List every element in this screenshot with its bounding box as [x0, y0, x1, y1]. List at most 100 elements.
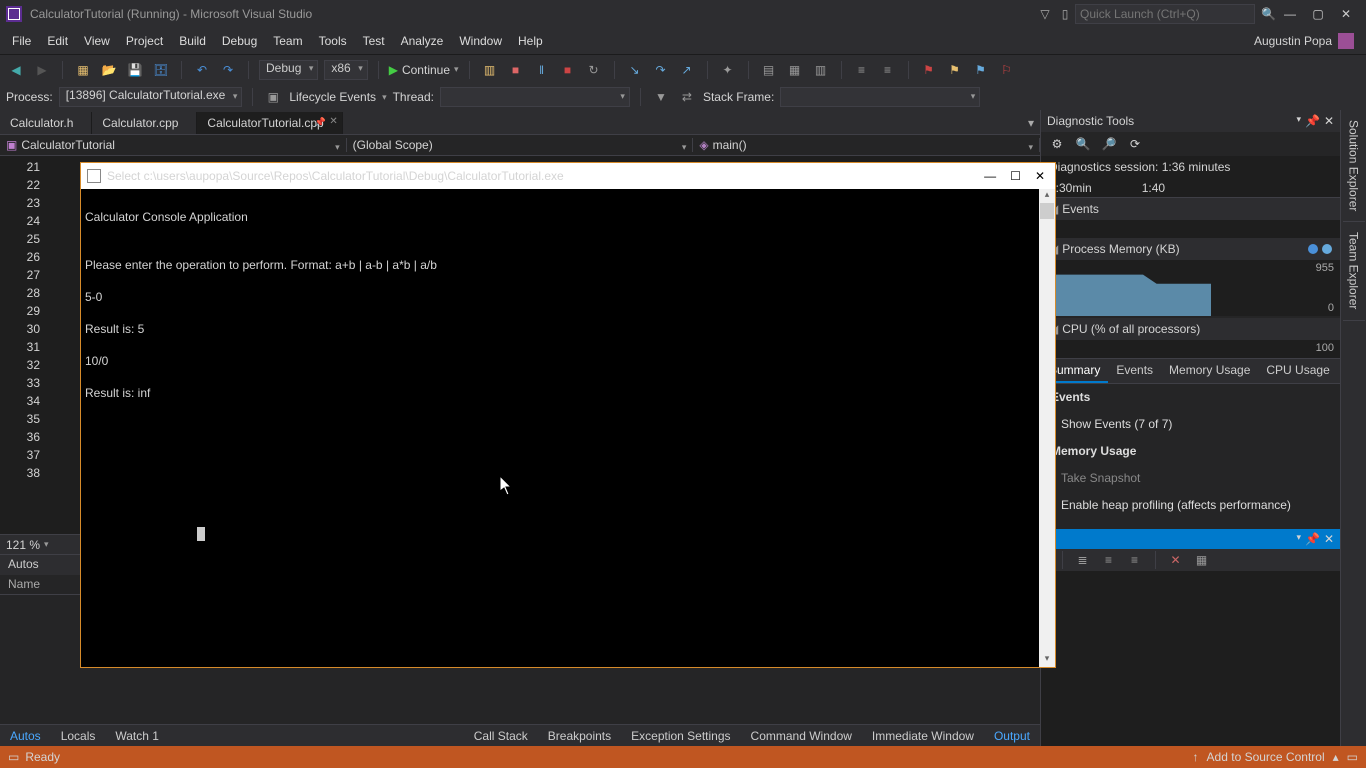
process-combo[interactable]: [13896] CalculatorTutorial.exe	[59, 87, 243, 107]
btab-watch1[interactable]: Watch 1	[105, 726, 169, 746]
stackframe-combo[interactable]	[780, 87, 980, 107]
save-icon[interactable]: 💾	[125, 60, 145, 80]
close-icon[interactable]: ✕	[329, 116, 337, 127]
reset-icon[interactable]: ⟳	[1125, 134, 1145, 154]
feedback-icon[interactable]: ▽	[1035, 4, 1055, 24]
layout3-icon[interactable]: ▥	[811, 60, 831, 80]
tray-icon[interactable]: ▭	[1347, 750, 1358, 764]
diag-memory-header[interactable]: ◢ Process Memory (KB)	[1041, 238, 1340, 260]
menu-edit[interactable]: Edit	[39, 30, 76, 52]
row-take-snapshot[interactable]: Take Snapshot	[1041, 465, 1340, 492]
btab-immediate-window[interactable]: Immediate Window	[862, 726, 984, 746]
save-all-icon[interactable]: 🗄	[151, 60, 171, 80]
thread-combo[interactable]	[440, 87, 630, 107]
tab-calculator-cpp[interactable]: Calculator.cpp	[92, 112, 197, 134]
btab-callstack[interactable]: Call Stack	[464, 726, 538, 746]
bookmark4-icon[interactable]: ⚐	[997, 60, 1017, 80]
nav-func-combo[interactable]: ◈main()	[693, 138, 1040, 152]
chevron-down-icon[interactable]: ▾	[1296, 114, 1301, 128]
diag-tab-cpu[interactable]: CPU Usage	[1258, 359, 1337, 383]
lifecycle-icon[interactable]: ▣	[263, 87, 283, 107]
chevron-down-icon[interactable]: ▾	[44, 539, 49, 550]
step-out-icon[interactable]: ↗	[677, 60, 697, 80]
tb-icon[interactable]: ≡	[1125, 550, 1145, 570]
output-body[interactable]	[1041, 571, 1340, 746]
console-body[interactable]: Calculator Console Application Please en…	[81, 189, 1055, 667]
bookmark-icon[interactable]: ⚑	[919, 60, 939, 80]
tb-icon[interactable]: ▦	[1192, 550, 1212, 570]
btab-exception-settings[interactable]: Exception Settings	[621, 726, 740, 746]
search-icon[interactable]: 🔍	[1261, 7, 1276, 21]
btab-command-window[interactable]: Command Window	[741, 726, 862, 746]
layout1-icon[interactable]: ▤	[759, 60, 779, 80]
redo-icon[interactable]: ↷	[218, 60, 238, 80]
menu-view[interactable]: View	[76, 30, 118, 52]
indent-right-icon[interactable]: ≡	[878, 60, 898, 80]
btab-autos[interactable]: Autos	[0, 726, 51, 746]
minimize-button[interactable]: ―	[1276, 7, 1304, 21]
pause-icon[interactable]: ‖	[532, 60, 552, 80]
layout2-icon[interactable]: ▦	[785, 60, 805, 80]
undo-icon[interactable]: ↶	[192, 60, 212, 80]
gear-icon[interactable]: ⚙	[1047, 134, 1067, 154]
close-button[interactable]: ✕	[1035, 169, 1045, 183]
scroll-up-icon[interactable]: ▴	[1039, 189, 1055, 203]
tab-calculator-h[interactable]: Calculator.h	[0, 112, 92, 134]
zoom-out-icon[interactable]: 🔎	[1099, 134, 1119, 154]
new-project-icon[interactable]: ▦	[73, 60, 93, 80]
menu-build[interactable]: Build	[171, 30, 214, 52]
clear-icon[interactable]: ✕	[1166, 550, 1186, 570]
btab-locals[interactable]: Locals	[51, 726, 106, 746]
break-all-icon[interactable]: ▥	[480, 60, 500, 80]
stop-icon[interactable]: ■	[506, 60, 526, 80]
threads-icon[interactable]: ⇄	[677, 87, 697, 107]
chevron-down-icon[interactable]: ▾	[1296, 532, 1301, 546]
filter-icon[interactable]: ▼	[651, 87, 671, 107]
bookmark3-icon[interactable]: ⚑	[971, 60, 991, 80]
tab-calculatortutorial-cpp[interactable]: CalculatorTutorial.cpp📌✕	[197, 112, 342, 134]
close-icon[interactable]: ✕	[1324, 114, 1334, 128]
open-file-icon[interactable]: 📂	[99, 60, 119, 80]
maximize-button[interactable]: ▢	[1304, 7, 1332, 21]
row-heap-profiling[interactable]: Enable heap profiling (affects performan…	[1041, 492, 1340, 519]
zoom-in-icon[interactable]: 🔍	[1073, 134, 1093, 154]
nav-fwd-icon[interactable]: ▶	[32, 60, 52, 80]
menu-window[interactable]: Window	[451, 30, 510, 52]
quick-launch-input[interactable]	[1075, 4, 1255, 24]
chevron-up-icon[interactable]: ▴	[1333, 750, 1339, 764]
minimize-button[interactable]: ―	[984, 169, 996, 183]
stop2-icon[interactable]: ■	[558, 60, 578, 80]
menu-test[interactable]: Test	[355, 30, 393, 52]
bookmark2-icon[interactable]: ⚑	[945, 60, 965, 80]
maximize-button[interactable]: ☐	[1010, 169, 1021, 183]
indent-left-icon[interactable]: ≡	[852, 60, 872, 80]
nav-project-combo[interactable]: ▣CalculatorTutorial	[0, 138, 347, 152]
pin-icon[interactable]: 📌	[1305, 114, 1320, 128]
tb-icon[interactable]: ≡	[1099, 550, 1119, 570]
tb-icon[interactable]: ≣	[1073, 550, 1093, 570]
diag-tab-memory[interactable]: Memory Usage	[1161, 359, 1258, 383]
avatar[interactable]	[1338, 33, 1354, 49]
scroll-down-icon[interactable]: ▾	[1039, 653, 1055, 667]
platform-combo[interactable]: x86	[324, 60, 367, 80]
publish-icon[interactable]: ↑	[1193, 750, 1199, 764]
scroll-thumb[interactable]	[1040, 203, 1054, 219]
console-title-bar[interactable]: Select c:\users\aupopa\Source\Repos\Calc…	[81, 163, 1055, 189]
tab-overflow-icon[interactable]: ▾	[1022, 112, 1040, 134]
row-show-events[interactable]: Show Events (7 of 7)	[1041, 411, 1340, 438]
menu-debug[interactable]: Debug	[214, 30, 265, 52]
tools-icon[interactable]: ✦	[718, 60, 738, 80]
source-control-button[interactable]: Add to Source Control	[1207, 750, 1325, 764]
diag-cpu-header[interactable]: ◢ CPU (% of all processors)	[1041, 318, 1340, 340]
pin-icon[interactable]: 📌	[314, 117, 325, 128]
menu-help[interactable]: Help	[510, 30, 551, 52]
notifications-icon[interactable]: ▯	[1055, 4, 1075, 24]
close-icon[interactable]: ✕	[1324, 532, 1334, 546]
config-combo[interactable]: Debug	[259, 60, 318, 80]
menu-analyze[interactable]: Analyze	[393, 30, 452, 52]
console-scrollbar[interactable]: ▴ ▾	[1039, 189, 1055, 667]
menu-file[interactable]: File	[4, 30, 39, 52]
close-button[interactable]: ✕	[1332, 7, 1360, 21]
sidetab-team-explorer[interactable]: Team Explorer	[1343, 222, 1365, 320]
step-over-icon[interactable]: ↷	[651, 60, 671, 80]
